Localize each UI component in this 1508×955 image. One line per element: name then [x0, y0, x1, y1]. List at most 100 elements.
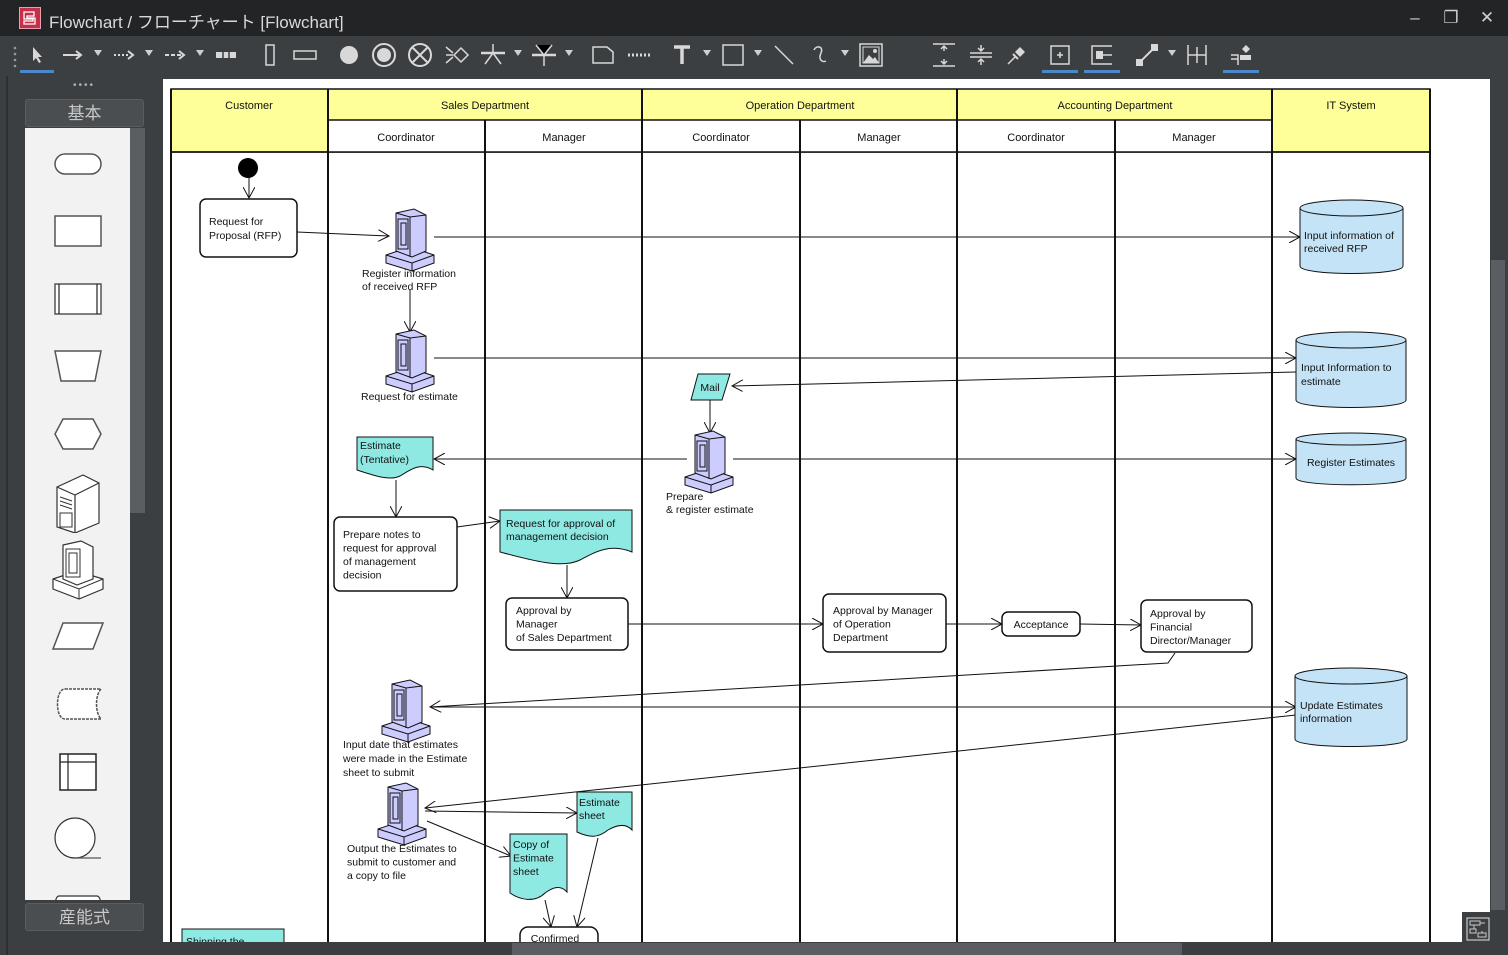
image-tool-button[interactable] — [858, 40, 884, 70]
label-line: management decision — [506, 531, 609, 543]
process-rfp[interactable] — [199, 198, 298, 258]
fork-tool-button[interactable] — [479, 40, 507, 70]
lane-operation-coordinator[interactable]: Coordinator — [692, 132, 750, 144]
flow-arrow-dropdown-icon[interactable] — [93, 48, 103, 58]
connector[interactable] — [1079, 624, 1141, 625]
freehand-tool-button[interactable] — [808, 40, 832, 70]
line-tool-button[interactable] — [772, 40, 796, 70]
lane-operation-manager[interactable]: Manager — [857, 132, 901, 144]
join-tool-button[interactable] — [530, 40, 558, 70]
connector[interactable] — [424, 811, 577, 813]
start-node[interactable] — [238, 158, 258, 178]
close-button[interactable]: ✕ — [1476, 8, 1498, 30]
title-bar: Flowchart / フローチャート [Flowchart] – ❐ ✕ — [0, 0, 1508, 36]
swimlane-horizontal-tool-button[interactable] — [213, 40, 239, 70]
vertical-lane-tool-button[interactable] — [258, 40, 282, 70]
navigator-icon — [1466, 917, 1490, 941]
note-anchor-tool-button[interactable] — [626, 40, 652, 70]
restore-button[interactable]: ❐ — [1440, 8, 1462, 30]
flow-arrow-tool-button[interactable] — [60, 40, 86, 70]
line-style-tool-button[interactable] — [1133, 40, 1161, 70]
fork-dropdown-icon[interactable] — [513, 48, 523, 58]
computer-output-estimates-icon[interactable] — [377, 782, 427, 846]
lane-accounting-department[interactable]: Accounting Department — [1058, 100, 1173, 112]
lane-sales-manager[interactable]: Manager — [542, 132, 586, 144]
start-node-tool-button[interactable] — [336, 40, 362, 70]
data-shape[interactable] — [25, 606, 130, 666]
connector[interactable] — [732, 371, 1297, 386]
join-dropdown-icon[interactable] — [564, 48, 574, 58]
dotted-arrow-dropdown-icon[interactable] — [144, 48, 154, 58]
note-tool-button[interactable] — [590, 40, 616, 70]
stored-data-shape[interactable] — [25, 674, 130, 734]
expand-space-tool-button[interactable] — [930, 40, 958, 70]
overview-navigator-button[interactable] — [1462, 912, 1494, 944]
lane-sales-department[interactable]: Sales Department — [441, 100, 529, 112]
label-line: of management — [343, 556, 416, 568]
note-icon — [592, 46, 614, 64]
auto-resize-tool-button[interactable] — [1042, 40, 1078, 73]
dashed-arrow-tool-button[interactable] — [162, 40, 188, 70]
palette-tab-sanno[interactable]: 産能式 — [25, 903, 144, 931]
preparation-shape[interactable] — [25, 404, 130, 464]
minimize-button[interactable]: – — [1404, 8, 1426, 30]
horizontal-scrollbar-thumb[interactable] — [512, 943, 1182, 955]
flow-final-tool-button[interactable] — [407, 40, 433, 70]
computer-terminal-shape[interactable] — [25, 540, 130, 600]
predefined-process-shape[interactable] — [25, 269, 130, 329]
computer-request-estimate-icon[interactable] — [385, 329, 435, 393]
lane-accounting-coordinator[interactable]: Coordinator — [1007, 132, 1065, 144]
rectangle-tool-button[interactable] — [720, 40, 746, 70]
connector[interactable] — [456, 521, 500, 527]
end-node-tool-button[interactable] — [371, 40, 397, 70]
align-tool-button[interactable] — [1184, 40, 1210, 70]
line-style-dropdown-icon[interactable] — [1167, 48, 1177, 58]
palette-tab-basic[interactable]: 基本 — [25, 99, 144, 127]
diagram-canvas[interactable]: Customer Sales Department Operation Depa… — [163, 79, 1490, 942]
decision-tool-button[interactable] — [443, 40, 471, 70]
lane-it-system[interactable]: IT System — [1326, 100, 1375, 112]
server-shape[interactable] — [25, 472, 130, 533]
connector[interactable] — [425, 714, 1297, 808]
computer-input-date-icon[interactable] — [381, 679, 431, 743]
vertical-scrollbar-thumb[interactable] — [1491, 260, 1505, 910]
connector[interactable] — [430, 652, 1176, 707]
connector[interactable] — [296, 232, 389, 236]
shrink-space-tool-button[interactable] — [967, 40, 995, 70]
toolbar-grip-icon[interactable] — [13, 45, 17, 69]
internal-storage-shape[interactable] — [25, 742, 130, 802]
palette-grip-icon[interactable]: •••• — [73, 80, 95, 91]
label-confirmed: Confirmed — [531, 933, 580, 942]
computer-prepare-estimate-icon[interactable] — [684, 430, 734, 494]
fit-tool-button[interactable] — [1084, 40, 1120, 73]
computer-register-rfp-icon[interactable] — [385, 208, 435, 272]
pin-tool-button[interactable] — [1004, 40, 1030, 70]
select-tool-button[interactable] — [20, 40, 54, 73]
text-dropdown-icon[interactable] — [702, 48, 712, 58]
label-line: Estimate — [579, 797, 620, 809]
process-shape[interactable] — [25, 201, 130, 261]
terminal-shape[interactable] — [25, 134, 130, 194]
connector[interactable] — [545, 899, 551, 927]
label-line: Estimate — [513, 853, 554, 865]
shape-palette — [25, 128, 130, 900]
freehand-dropdown-icon[interactable] — [840, 48, 850, 58]
snap-tool-button[interactable] — [1223, 40, 1259, 73]
rectangle-dropdown-icon[interactable] — [753, 48, 763, 58]
text-tool-button[interactable] — [670, 40, 694, 70]
palette-scrollbar[interactable] — [130, 128, 145, 513]
toolbar — [0, 36, 1508, 76]
horizontal-lane-tool-button[interactable] — [290, 40, 320, 70]
connector[interactable] — [577, 837, 599, 927]
lane-accounting-manager[interactable]: Manager — [1172, 132, 1216, 144]
lane-sales-coordinator[interactable]: Coordinator — [377, 132, 435, 144]
lane-customer[interactable]: Customer — [225, 100, 273, 112]
label-line: Input date that estimates — [343, 739, 458, 751]
lane-operation-department[interactable]: Operation Department — [746, 100, 855, 112]
dashed-arrow-dropdown-icon[interactable] — [195, 48, 205, 58]
label-line: estimate — [1301, 376, 1341, 388]
sequential-access-shape[interactable] — [25, 809, 130, 869]
direct-access-shape[interactable] — [25, 874, 130, 900]
dotted-arrow-tool-button[interactable] — [111, 40, 137, 70]
manual-operation-shape[interactable] — [25, 336, 130, 396]
